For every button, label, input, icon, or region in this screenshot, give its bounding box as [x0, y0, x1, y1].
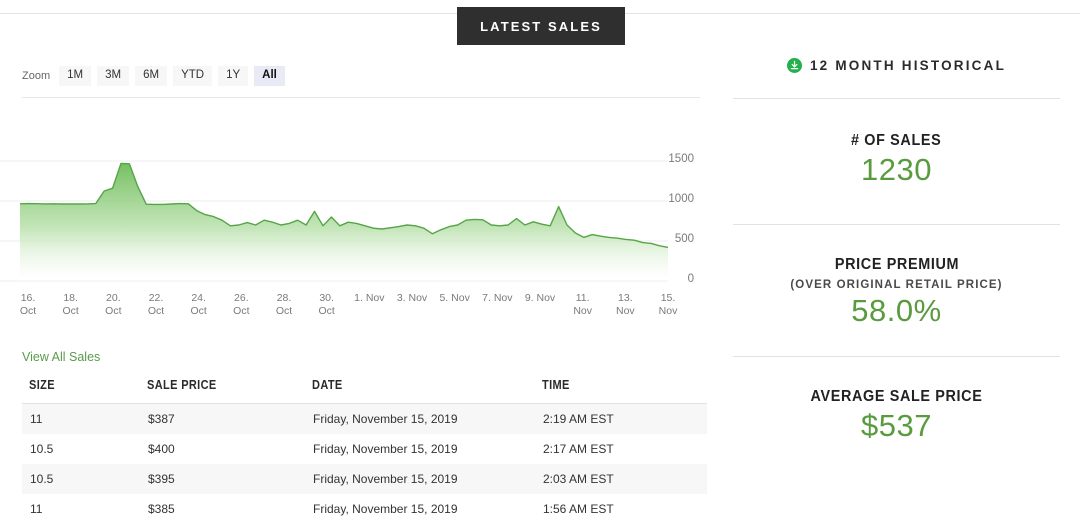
zoom-range-ytd[interactable]: YTD: [173, 66, 213, 86]
latest-sales-page: LATEST SALES Zoom 1M 3M 6M YTD 1Y All 15…: [0, 0, 1080, 518]
cell-date: Friday, November 15, 2019: [313, 412, 458, 426]
table-row[interactable]: 11 $387 Friday, November 15, 2019 2:19 AM E…: [22, 403, 707, 434]
price-history-plot: [0, 160, 669, 282]
x-axis-tick-label: 15. Nov: [658, 292, 678, 317]
y-axis-tick-label: 1000: [668, 193, 694, 205]
y-axis-tick-label: 500: [674, 233, 694, 245]
x-axis-tick-label: 26. Oct: [233, 292, 250, 317]
table-row[interactable]: 11 $385 Friday, November 15, 2019 1:56 AM E…: [22, 494, 707, 518]
y-axis-labels: 1500 1000 500 0: [668, 115, 720, 285]
cell-date: Friday, November 15, 2019: [313, 502, 458, 516]
x-axis-tick-label: 13. Nov: [615, 292, 635, 317]
chart-area-fill: [20, 163, 668, 281]
table-body: 11 $387 Friday, November 15, 2019 2:19 AM E…: [22, 403, 707, 518]
y-axis-tick-label: 1500: [668, 153, 694, 165]
stat-label-number-of-sales: # OF SALES: [851, 132, 942, 149]
zoom-divider: [22, 97, 700, 98]
x-axis-tick-label: 7. Nov: [482, 292, 513, 304]
x-axis-tick-label: 9. Nov: [524, 292, 556, 304]
table-header: SIZE SALE PRICE DATE TIME: [22, 378, 707, 404]
stat-average-sale-price: AVERAGE SALE PRICE $537: [733, 357, 1060, 464]
cell-date: Friday, November 15, 2019: [313, 442, 458, 456]
download-circle-icon: [786, 58, 802, 73]
x-axis-labels: 16. Oct 18. Oct 20. Oct 22. Oct 24. Oct 26. Oct 28. O…: [0, 292, 720, 334]
x-axis-tick-label: 16. Oct: [19, 292, 37, 317]
zoom-range-6m[interactable]: 6M: [135, 66, 168, 86]
table-row[interactable]: 10.5 $395 Friday, November 15, 2019 2:03 AM…: [22, 464, 707, 494]
cell-size: 11: [30, 502, 43, 516]
column-header-sale-price[interactable]: SALE PRICE: [140, 378, 286, 404]
cell-sale-price: $387: [148, 412, 175, 426]
x-axis-tick-label: 22. Oct: [147, 292, 165, 317]
cell-time: 1:56 AM EST: [543, 502, 614, 516]
table-header-row: SIZE SALE PRICE DATE TIME: [22, 378, 707, 404]
historical-header: 12 MONTH HISTORICAL: [733, 58, 1060, 73]
cell-sale-price: $400: [148, 442, 175, 456]
x-axis-tick-label: 30. Oct: [318, 292, 335, 317]
chart-panel: Zoom 1M 3M 6M YTD 1Y All 1500 1000 500 0 16…: [0, 30, 720, 518]
x-axis-tick-label: 28. Oct: [275, 292, 293, 317]
x-axis-tick-label: 3. Nov: [396, 292, 428, 304]
cell-size: 11: [30, 412, 43, 426]
view-all-sales-link[interactable]: View All Sales: [22, 350, 100, 364]
stat-label-price-premium: PRICE PREMIUM: [834, 256, 959, 273]
latest-sales-table: SIZE SALE PRICE DATE TIME 11 $387 Friday, …: [22, 378, 707, 518]
zoom-range-1m[interactable]: 1M: [59, 66, 92, 86]
x-axis-tick-label: 1. Nov: [354, 292, 385, 304]
cell-size: 10.5: [30, 472, 54, 486]
cell-sale-price: $385: [148, 502, 175, 516]
stat-price-premium: PRICE PREMIUM (OVER ORIGINAL RETAIL PRIC…: [733, 225, 1060, 356]
stat-number-of-sales: # OF SALES 1230: [733, 99, 1060, 224]
column-header-size[interactable]: SIZE: [22, 378, 126, 404]
x-axis-tick-label: 11. Nov: [573, 292, 592, 317]
zoom-label: Zoom: [22, 69, 51, 82]
column-header-date[interactable]: DATE: [305, 378, 508, 404]
zoom-range-3m[interactable]: 3M: [97, 66, 130, 86]
cell-date: Friday, November 15, 2019: [313, 472, 458, 486]
cell-time: 2:03 AM EST: [543, 472, 614, 486]
stat-label-average-sale-price: AVERAGE SALE PRICE: [810, 388, 983, 405]
x-axis-tick-label: 24. Oct: [190, 292, 207, 317]
table-row[interactable]: 10.5 $400 Friday, November 15, 2019 2:17 AM…: [22, 434, 707, 464]
cell-time: 2:19 AM EST: [543, 412, 614, 426]
historical-stats-panel: 12 MONTH HISTORICAL # OF SALES 1230 PRIC…: [733, 30, 1060, 518]
x-axis-tick-label: 18. Oct: [62, 292, 79, 317]
stat-value-price-premium: 58.0%: [851, 293, 942, 328]
cell-sale-price: $395: [148, 472, 175, 486]
zoom-range-all[interactable]: All: [254, 66, 285, 86]
zoom-range-1y[interactable]: 1Y: [218, 66, 249, 86]
y-axis-tick-label: 0: [687, 273, 694, 285]
zoom-range-selector: Zoom 1M 3M 6M YTD 1Y All: [22, 66, 285, 86]
stat-value-average-sale-price: $537: [861, 408, 932, 443]
stat-value-number-of-sales: 1230: [861, 152, 932, 187]
price-history-chart[interactable]: 1500 1000 500 0: [0, 115, 720, 295]
x-axis-tick-label: 5. Nov: [439, 292, 470, 304]
x-axis-tick-label: 20. Oct: [105, 292, 122, 317]
cell-time: 2:17 AM EST: [543, 442, 614, 456]
column-header-time[interactable]: TIME: [535, 378, 687, 404]
cell-size: 10.5: [30, 442, 54, 456]
historical-header-label: 12 MONTH HISTORICAL: [809, 58, 1007, 73]
stat-sublabel-price-premium: (OVER ORIGINAL RETAIL PRICE): [790, 279, 1003, 291]
